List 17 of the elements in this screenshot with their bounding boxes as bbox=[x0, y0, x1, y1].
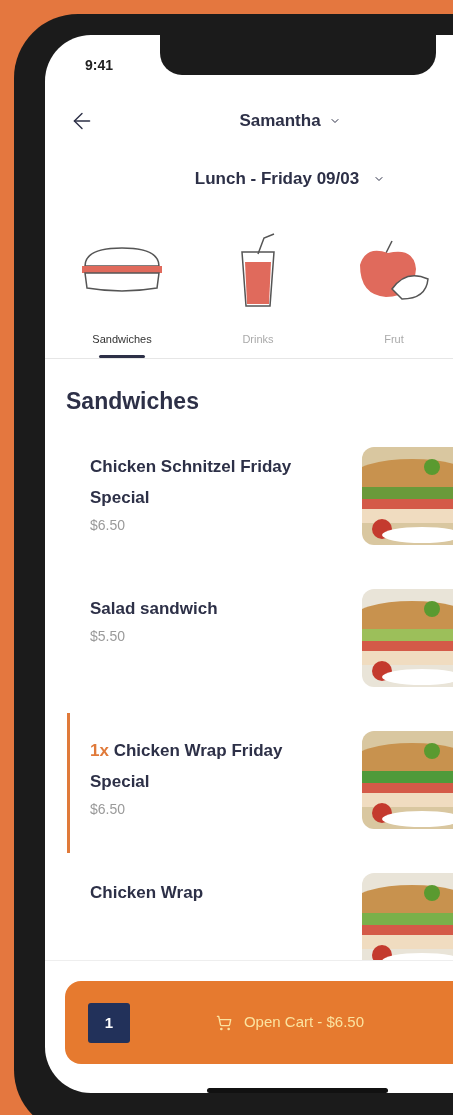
tab-underline bbox=[99, 354, 145, 358]
cart-count-badge: 1 bbox=[88, 1003, 130, 1043]
item-price: $5.50 bbox=[90, 626, 127, 646]
status-time: 9:41 bbox=[85, 57, 114, 73]
section-title: Sandwiches bbox=[66, 386, 200, 415]
drink-icon bbox=[238, 231, 278, 308]
item-price: $6.50 bbox=[90, 799, 127, 819]
category-tab[interactable]: Sandwiches bbox=[54, 229, 190, 358]
item-price: $6.50 bbox=[90, 515, 127, 535]
item-title[interactable]: 1x Chicken Wrap Friday Special bbox=[90, 734, 325, 797]
item-title[interactable]: Chicken Schnitzel Friday Special bbox=[90, 450, 325, 513]
meal-selector[interactable]: Lunch - Friday 09/03 bbox=[194, 166, 386, 192]
item-title[interactable]: Salad sandwich bbox=[90, 592, 325, 624]
child-selector[interactable]: Samantha bbox=[135, 108, 445, 134]
item-title[interactable]: Chicken Wrap bbox=[90, 876, 325, 908]
cart-icon bbox=[215, 1014, 232, 1031]
open-cart-button[interactable]: 1 Open Cart - $6.50 bbox=[65, 981, 453, 1064]
